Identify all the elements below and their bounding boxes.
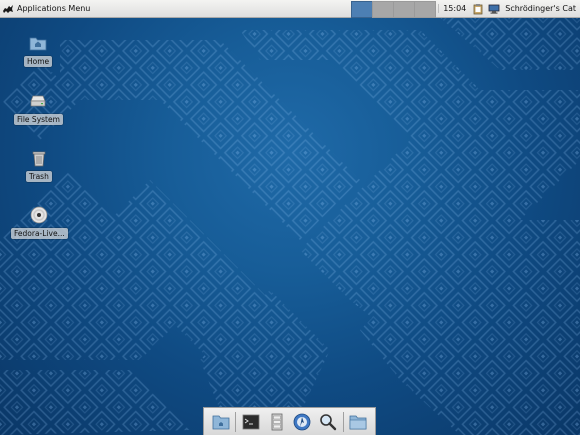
home-folder-icon [212, 415, 230, 429]
clock[interactable]: 15:04 [438, 4, 470, 13]
workspace-1[interactable] [351, 1, 374, 18]
folder-icon [349, 415, 367, 429]
xfce-logo-icon [3, 4, 13, 13]
dock-home-folder[interactable] [210, 411, 232, 433]
top-panel: Applications Menu 15:04 Schrödinger's Ca… [0, 0, 580, 18]
dock-separator [235, 411, 237, 432]
workspace-2[interactable] [372, 1, 395, 18]
desktop-icon-label: Home [24, 56, 53, 67]
file-manager-icon [271, 413, 283, 430]
network-icon[interactable] [488, 3, 500, 15]
desktop-wallpaper [0, 0, 580, 435]
dock-separator [342, 411, 344, 432]
workspace-switcher[interactable] [351, 1, 437, 18]
dock-search[interactable] [317, 411, 339, 433]
dock-file-manager[interactable] [266, 411, 288, 433]
desktop-icon-file-system[interactable]: File System [14, 92, 63, 125]
desktop-icon-label: Trash [26, 171, 52, 182]
user-menu[interactable]: Schrödinger's Cat [502, 4, 580, 13]
trash-icon [32, 151, 46, 167]
desktop-icon-home[interactable]: Home [24, 34, 53, 67]
desktop-icon-label: File System [14, 114, 63, 125]
desktop-icon-fedora-live[interactable]: Fedora-Live... [11, 206, 68, 239]
desktop-icon-trash[interactable]: Trash [26, 149, 52, 182]
search-icon [320, 413, 337, 430]
terminal-icon [242, 414, 260, 429]
disc-icon [31, 206, 48, 224]
dock-terminal[interactable] [240, 411, 262, 433]
dock-web-browser[interactable] [291, 411, 313, 433]
clipboard-icon[interactable] [472, 3, 484, 15]
workspace-3[interactable] [393, 1, 416, 18]
applications-menu-label: Applications Menu [17, 4, 91, 13]
desktop-icon-label: Fedora-Live... [11, 228, 68, 239]
applications-menu-button[interactable]: Applications Menu [0, 0, 94, 17]
dock [203, 407, 376, 435]
wallpaper-pattern [0, 0, 580, 435]
drive-icon [30, 95, 46, 107]
home-folder-icon [29, 37, 47, 51]
browser-icon [293, 413, 311, 430]
workspace-4[interactable] [414, 1, 437, 18]
dock-folder[interactable] [347, 411, 369, 433]
